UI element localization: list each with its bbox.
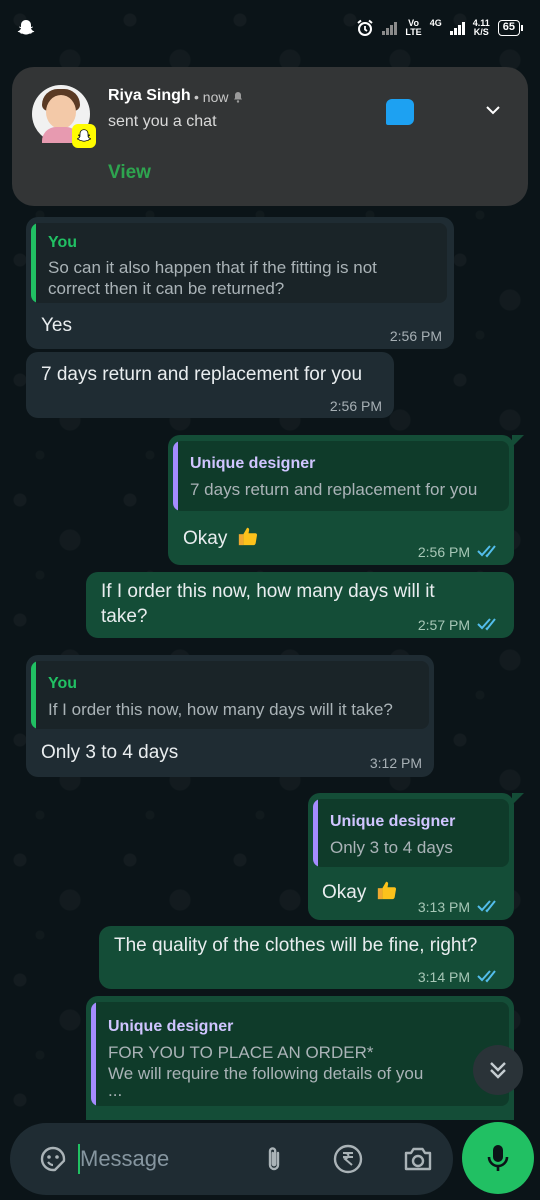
network-type: 4G (430, 19, 442, 37)
message-line: take? (101, 606, 148, 627)
message-bubble-outgoing[interactable]: Unique designer 7 days return and replac… (168, 435, 514, 565)
volte-label-bottom: LTE (405, 27, 422, 37)
quoted-message[interactable]: Unique designer 7 days return and replac… (173, 441, 509, 511)
paperclip-icon (268, 1147, 280, 1171)
message-bubble-outgoing[interactable]: If I order this now, how many days will … (86, 572, 514, 638)
message-text: If I order this now, how many days will … (101, 579, 435, 629)
quote-author: Unique designer (330, 813, 456, 830)
notification-text: sent you a chat (108, 113, 217, 130)
notification-time: • now (194, 89, 244, 105)
message-text-content: Okay (322, 882, 367, 903)
scroll-to-bottom-button[interactable] (473, 1045, 523, 1095)
payment-button[interactable] (331, 1142, 365, 1176)
message-time: 2:57 PM (417, 617, 470, 633)
battery-level: 65 (502, 21, 515, 33)
quote-line: If I order this now, how many days will … (48, 700, 393, 719)
message-bubble-incoming[interactable]: You If I order this now, how many days w… (26, 655, 434, 777)
quote-text: 7 days return and replacement for you (190, 479, 499, 500)
network-label: 4G (429, 18, 442, 28)
view-button[interactable]: View (108, 162, 151, 184)
quote-author: You (48, 675, 78, 692)
quote-author: Unique designer (190, 455, 316, 472)
message-text: Only 3 to 4 days (41, 742, 179, 763)
message-time: 2:56 PM (417, 544, 470, 560)
chevron-down-icon[interactable] (486, 103, 500, 117)
quoted-message[interactable]: Unique designer Only 3 to 4 days (313, 799, 509, 867)
read-receipt-icon (477, 970, 496, 983)
thumbs-up-emoji-icon (377, 881, 396, 900)
quote-line: So can it also happen that if the fittin… (48, 258, 377, 277)
signal-strength-icon (382, 21, 398, 35)
bubble-tail (512, 793, 524, 805)
camera-button[interactable] (401, 1142, 435, 1176)
message-bubble-outgoing[interactable]: Unique designer Only 3 to 4 days Okay 3:… (308, 793, 514, 920)
notification-sender: Riya Singh (108, 87, 191, 104)
camera-icon (404, 1147, 432, 1171)
message-text-content: Okay (183, 528, 228, 549)
sticker-button[interactable] (36, 1142, 70, 1176)
battery-indicator: 65 (497, 20, 524, 36)
speed-unit: K/S (473, 27, 489, 37)
message-time: 2:56 PM (329, 398, 382, 414)
snapchat-notification[interactable]: Riya Singh • now sent you a chat View (12, 67, 528, 206)
read-receipt-icon (477, 545, 496, 558)
message-text: Yes (41, 315, 72, 336)
quote-text: FOR YOU TO PLACE AN ORDER* We will requi… (108, 1042, 499, 1100)
volte-indicator: Vo LTE (405, 19, 421, 37)
sticker-icon (40, 1146, 66, 1172)
read-receipt-icon (477, 900, 496, 913)
quote-text: Only 3 to 4 days (330, 837, 499, 858)
rupee-icon (333, 1144, 363, 1174)
notification-time-label: • now (194, 89, 229, 105)
message-time: 3:14 PM (417, 969, 470, 985)
quote-line: We will require the following details of… (108, 1064, 424, 1083)
quote-line: ... (108, 1081, 123, 1100)
message-bubble-incoming[interactable]: 7 days return and replacement for you 2:… (26, 352, 394, 418)
network-speed: 4.11 K/S (473, 19, 490, 37)
message-input[interactable] (80, 1141, 260, 1177)
message-composer (10, 1123, 453, 1195)
quote-line: correct then it can be returned? (48, 279, 285, 298)
message-text: Okay (322, 879, 398, 905)
double-chevron-down-icon (490, 1062, 506, 1079)
snapchat-ghost-icon (17, 20, 35, 35)
bubble-tail (512, 435, 524, 447)
quote-line: Only 3 to 4 days (330, 838, 453, 857)
quoted-message[interactable]: Unique designer FOR YOU TO PLACE AN ORDE… (91, 1002, 509, 1106)
quote-text: So can it also happen that if the fittin… (48, 257, 437, 299)
snapchat-badge-icon (72, 124, 96, 148)
message-text: 7 days return and replacement for you (41, 364, 363, 385)
status-bar: Vo LTE 4G 4.11 K/S 65 (0, 0, 540, 56)
message-time: 2:56 PM (389, 328, 442, 344)
read-receipt-icon (477, 618, 496, 631)
quoted-message[interactable]: You So can it also happen that if the fi… (31, 223, 447, 303)
alarm-icon (357, 19, 373, 36)
quote-text: If I order this now, how many days will … (48, 699, 419, 720)
bell-icon (234, 92, 243, 103)
quote-author: Unique designer (108, 1018, 234, 1035)
quote-line: FOR YOU TO PLACE AN ORDER* (108, 1043, 374, 1062)
message-bubble-incoming[interactable]: You So can it also happen that if the fi… (26, 217, 454, 349)
message-bubble-outgoing[interactable]: The quality of the clothes will be fine,… (99, 926, 514, 989)
message-time: 3:13 PM (417, 899, 470, 915)
thumbs-up-emoji-icon (238, 527, 257, 546)
quote-line: 7 days return and replacement for you (190, 480, 478, 499)
mobile-signal-icon (449, 21, 465, 35)
voice-message-button[interactable] (462, 1122, 534, 1194)
microphone-icon (487, 1145, 509, 1171)
message-line: If I order this now, how many days will … (101, 581, 435, 602)
message-text: The quality of the clothes will be fine,… (114, 935, 478, 956)
message-time: 3:12 PM (369, 755, 422, 771)
message-bubble-outgoing[interactable]: Unique designer FOR YOU TO PLACE AN ORDE… (86, 996, 514, 1120)
quote-author: You (48, 234, 78, 251)
attach-button[interactable] (257, 1142, 291, 1176)
chat-bubble-icon (386, 99, 414, 125)
message-text: Okay (183, 525, 259, 551)
quoted-message[interactable]: You If I order this now, how many days w… (31, 661, 429, 729)
